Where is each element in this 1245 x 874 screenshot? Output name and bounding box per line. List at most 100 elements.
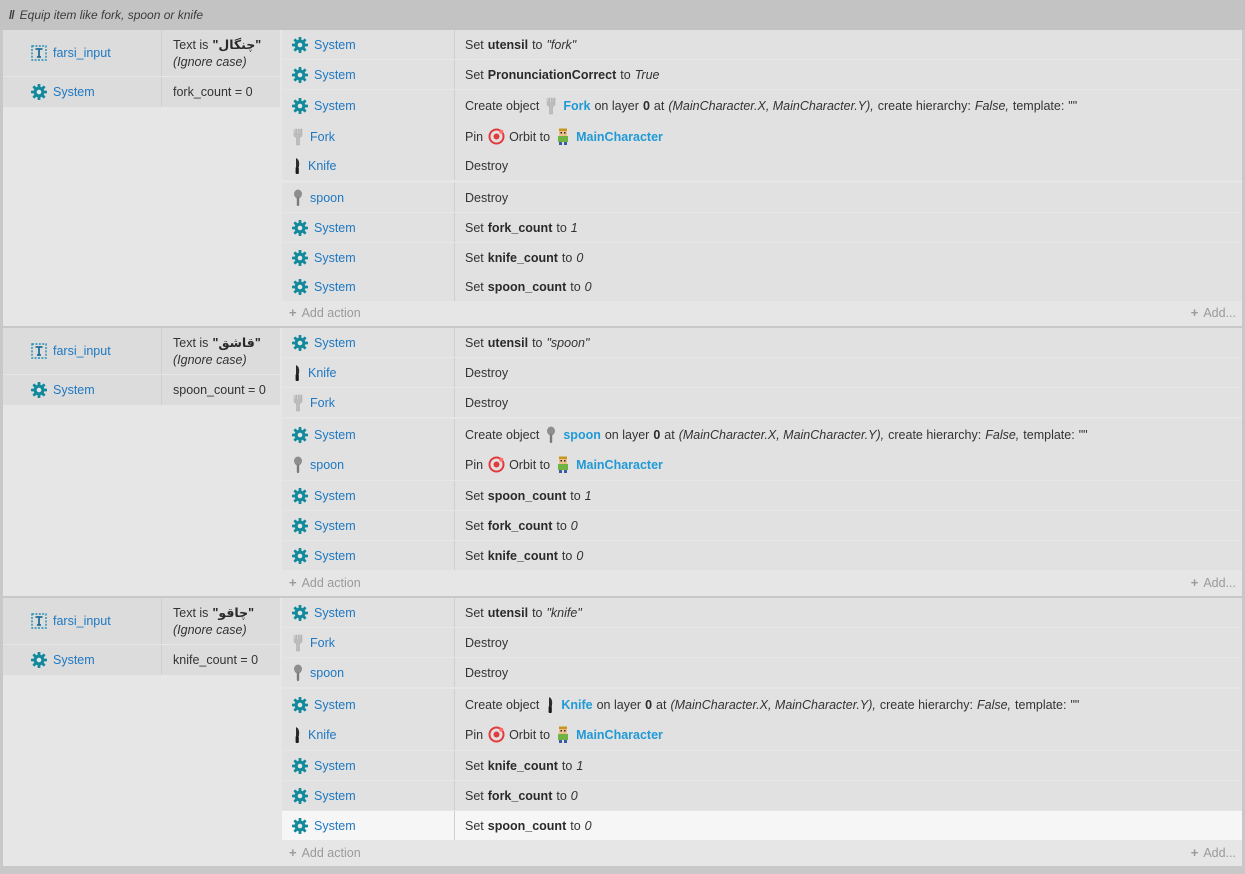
action-row[interactable]: Fork Destroy: [282, 628, 1242, 657]
action-row[interactable]: Knife Destroy: [282, 151, 1242, 180]
add-more-button[interactable]: + Add...: [1191, 575, 1236, 590]
action-object[interactable]: System: [282, 689, 455, 720]
action-description[interactable]: Create object Knife on layer 0 at (MainCharac…: [465, 689, 1242, 720]
action-row[interactable]: System Set utensil to "spoon": [282, 328, 1242, 357]
action-object[interactable]: Fork: [282, 388, 455, 417]
action-description[interactable]: Set knife_count to 0: [465, 541, 1242, 570]
action-object[interactable]: System: [282, 243, 455, 272]
condition-compare-variable[interactable]: System spoon_count = 0: [3, 375, 280, 405]
condition-object[interactable]: System: [3, 645, 162, 675]
action-object[interactable]: System: [282, 419, 455, 450]
condition-object[interactable]: System: [3, 375, 162, 405]
condition-description[interactable]: Text is "چنگال" (Ignore case): [173, 30, 280, 76]
action-description[interactable]: Set utensil to "spoon": [465, 328, 1242, 357]
action-description[interactable]: Destroy: [465, 388, 1242, 417]
action-row[interactable]: spoon Destroy: [282, 658, 1242, 687]
action-description[interactable]: Set knife_count to 0: [465, 243, 1242, 272]
condition-object[interactable]: farsi_input: [3, 30, 162, 76]
action-row[interactable]: System Set knife_count to 0: [282, 243, 1242, 272]
action-object[interactable]: System: [282, 213, 455, 242]
action-description[interactable]: Set spoon_count to 0: [465, 811, 1242, 840]
action-row[interactable]: System Set knife_count to 0: [282, 541, 1242, 570]
condition-description[interactable]: knife_count = 0: [173, 645, 280, 675]
action-description[interactable]: Set knife_count to 1: [465, 751, 1242, 780]
action-row[interactable]: spoon Pin Orbit to MainCharacter: [282, 449, 1242, 480]
action-row[interactable]: System Set spoon_count to 1: [282, 481, 1242, 510]
condition-description[interactable]: fork_count = 0: [173, 77, 280, 107]
action-description[interactable]: Set spoon_count to 0: [465, 272, 1242, 301]
condition-description[interactable]: Text is "چاقو" (Ignore case): [173, 598, 280, 644]
action-object[interactable]: System: [282, 60, 455, 89]
action-description[interactable]: Pin Orbit to MainCharacter: [465, 719, 1242, 750]
action-object[interactable]: Fork: [282, 628, 455, 657]
condition-compare-variable[interactable]: System fork_count = 0: [3, 77, 280, 107]
event-block[interactable]: farsi_input Text is "چنگال" (Ignore case) Sy…: [3, 30, 1242, 326]
add-action-button[interactable]: + Add action: [289, 575, 361, 590]
action-row[interactable]: System Set PronunciationCorrect to True: [282, 60, 1242, 89]
action-object[interactable]: System: [282, 481, 455, 510]
action-object[interactable]: System: [282, 811, 455, 840]
action-object[interactable]: System: [282, 781, 455, 810]
action-row[interactable]: Knife Destroy: [282, 358, 1242, 387]
action-description[interactable]: Set PronunciationCorrect to True: [465, 60, 1242, 89]
action-object[interactable]: spoon: [282, 449, 455, 480]
add-more-button[interactable]: + Add...: [1191, 845, 1236, 860]
action-description[interactable]: Set spoon_count to 1: [465, 481, 1242, 510]
action-description[interactable]: Create object Fork on layer 0 at (MainCharact…: [465, 90, 1242, 121]
event-block[interactable]: farsi_input Text is "چاقو" (Ignore case) Sys…: [3, 598, 1242, 866]
action-description[interactable]: Destroy: [465, 358, 1242, 387]
condition-text-is[interactable]: farsi_input Text is "چاقو" (Ignore case): [3, 598, 280, 644]
action-object[interactable]: System: [282, 30, 455, 59]
action-row[interactable]: System Create object Fork on layer 0 at (MainC…: [282, 90, 1242, 121]
action-object[interactable]: System: [282, 328, 455, 357]
action-object[interactable]: Knife: [282, 719, 455, 750]
action-description[interactable]: Set fork_count to 0: [465, 781, 1242, 810]
action-object[interactable]: System: [282, 598, 455, 627]
action-row[interactable]: spoon Destroy: [282, 183, 1242, 212]
action-description[interactable]: Set fork_count to 1: [465, 213, 1242, 242]
condition-text-is[interactable]: farsi_input Text is "چنگال" (Ignore case): [3, 30, 280, 76]
action-row[interactable]: System Create object spoon on layer 0 at (Main…: [282, 419, 1242, 450]
action-row[interactable]: System Set spoon_count to 0: [282, 811, 1242, 840]
action-row[interactable]: Knife Pin Orbit to MainCharacter: [282, 719, 1242, 750]
add-more-button[interactable]: + Add...: [1191, 305, 1236, 320]
action-object[interactable]: System: [282, 272, 455, 301]
condition-compare-variable[interactable]: System knife_count = 0: [3, 645, 280, 675]
event-block[interactable]: farsi_input Text is "قاشق" (Ignore case) Sys…: [3, 328, 1242, 596]
action-object[interactable]: Knife: [282, 151, 455, 180]
condition-text-is[interactable]: farsi_input Text is "قاشق" (Ignore case): [3, 328, 280, 374]
action-object[interactable]: spoon: [282, 183, 455, 212]
action-description[interactable]: Create object spoon on layer 0 at (MainCharac…: [465, 419, 1242, 450]
action-object[interactable]: spoon: [282, 658, 455, 687]
action-row[interactable]: System Set spoon_count to 0: [282, 272, 1242, 301]
action-description[interactable]: Set utensil to "fork": [465, 30, 1242, 59]
action-row[interactable]: System Set fork_count to 0: [282, 511, 1242, 540]
action-description[interactable]: Pin Orbit to MainCharacter: [465, 449, 1242, 480]
action-description[interactable]: Destroy: [465, 658, 1242, 687]
action-row[interactable]: System Create object Knife on layer 0 at (Main…: [282, 689, 1242, 720]
add-action-button[interactable]: + Add action: [289, 845, 361, 860]
action-description[interactable]: Set utensil to "knife": [465, 598, 1242, 627]
condition-description[interactable]: Text is "قاشق" (Ignore case): [173, 328, 280, 374]
condition-object[interactable]: System: [3, 77, 162, 107]
action-object[interactable]: System: [282, 90, 455, 121]
action-description[interactable]: Destroy: [465, 628, 1242, 657]
action-object[interactable]: System: [282, 541, 455, 570]
action-description[interactable]: Destroy: [465, 183, 1242, 212]
action-row[interactable]: System Set fork_count to 1: [282, 213, 1242, 242]
action-description[interactable]: Destroy: [465, 151, 1242, 180]
action-row[interactable]: Fork Destroy: [282, 388, 1242, 417]
condition-description[interactable]: spoon_count = 0: [173, 375, 280, 405]
action-row[interactable]: Fork Pin Orbit to MainCharacter: [282, 121, 1242, 152]
action-row[interactable]: System Set utensil to "knife": [282, 598, 1242, 627]
action-object[interactable]: Knife: [282, 358, 455, 387]
event-comment[interactable]: // Equip item like fork, spoon or knife: [0, 0, 1245, 30]
action-object[interactable]: System: [282, 751, 455, 780]
action-row[interactable]: System Set utensil to "fork": [282, 30, 1242, 59]
condition-object[interactable]: farsi_input: [3, 328, 162, 374]
action-row[interactable]: System Set fork_count to 0: [282, 781, 1242, 810]
action-description[interactable]: Set fork_count to 0: [465, 511, 1242, 540]
action-object[interactable]: System: [282, 511, 455, 540]
action-description[interactable]: Pin Orbit to MainCharacter: [465, 121, 1242, 152]
action-row[interactable]: System Set knife_count to 1: [282, 751, 1242, 780]
